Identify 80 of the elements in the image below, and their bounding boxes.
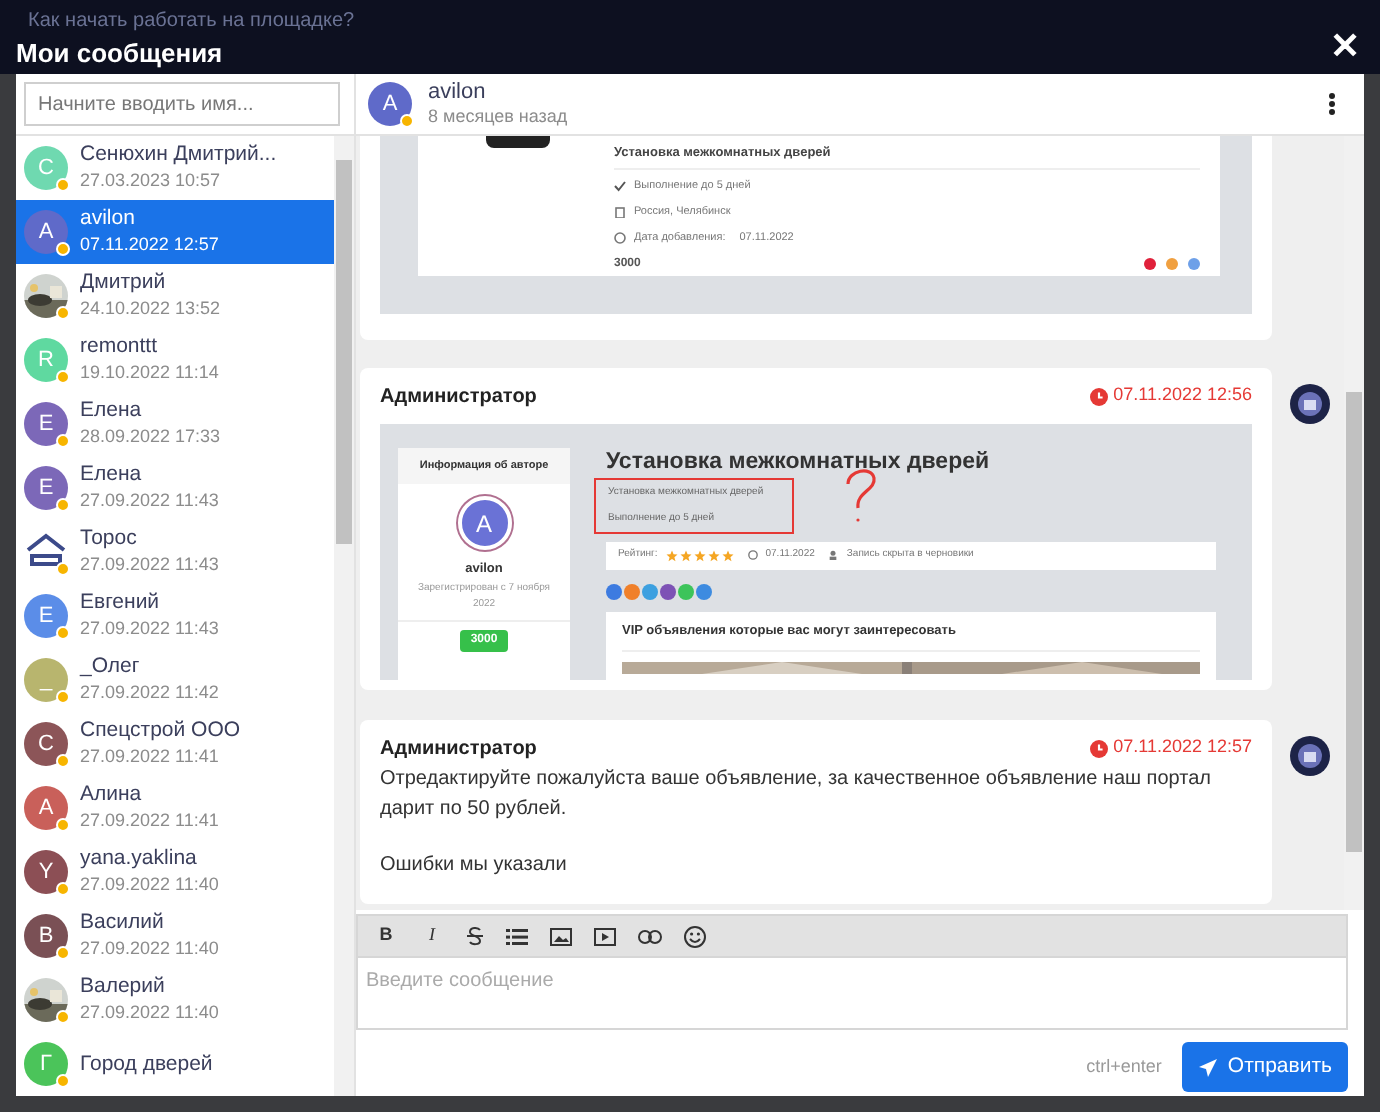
- admin-avatar: [1290, 736, 1330, 776]
- contact-name: _Олег: [80, 654, 142, 680]
- user-avatar: A: [24, 210, 68, 254]
- clock-icon: [1089, 387, 1108, 405]
- user-avatar: А: [24, 786, 68, 830]
- close-button[interactable]: ✕: [1330, 28, 1360, 64]
- link-icon[interactable]: [638, 929, 662, 943]
- clock-icon: [747, 550, 758, 561]
- more-menu-icon[interactable]: [1328, 92, 1336, 116]
- message-text: Отредактируйте пожалуйста ваше объявление, за качественное объявление наш портал дарит по 50 рублей.: [380, 766, 1213, 824]
- admin-avatar: [1290, 384, 1330, 424]
- contact-time: 28.09.2022 17:33: [80, 424, 221, 450]
- contact-name: Елена: [80, 462, 144, 488]
- contact-name: Город дверей: [80, 1051, 213, 1077]
- ad-title: Установка межкомнатных дверей: [606, 448, 992, 476]
- contact-name: Алина: [80, 782, 144, 808]
- contact-name: Спецстрой ООО: [80, 718, 241, 744]
- user-avatar: _: [24, 658, 68, 702]
- building-icon: [614, 206, 626, 219]
- contact-time: 24.10.2022 13:52: [80, 296, 221, 322]
- check-icon: [614, 180, 626, 193]
- chat-user-name: avilon: [428, 80, 488, 104]
- page-title: Как начать работать на площадке?: [28, 8, 355, 36]
- author-avatar: A: [457, 496, 511, 551]
- user-avatar: Y: [24, 850, 68, 894]
- strikethrough-icon[interactable]: [466, 926, 484, 946]
- user-avatar: A: [368, 82, 412, 126]
- send-button[interactable]: Отправить: [1181, 1042, 1348, 1092]
- user-avatar: Е: [24, 594, 68, 638]
- user-avatar: В: [24, 914, 68, 958]
- image-icon[interactable]: [550, 927, 572, 945]
- contact-time: 27.03.2023 10:57: [80, 168, 223, 194]
- user-avatar: Г: [24, 1042, 68, 1086]
- video-icon[interactable]: [594, 927, 616, 945]
- contact-time: 19.10.2022 11:14: [80, 360, 219, 386]
- contact-name: Дмитрий: [80, 270, 168, 296]
- message-time: 07.11.2022 12:56: [1113, 382, 1252, 409]
- user-avatar: Е: [24, 402, 68, 446]
- contact-time: 27.09.2022 11:43: [80, 616, 219, 642]
- user-avatar: Е: [24, 466, 68, 510]
- message-author: Администратор: [380, 735, 537, 763]
- contact-name: remonttt: [80, 334, 160, 360]
- contact-name: Сенюхин Дмитрий...: [80, 142, 277, 168]
- contact-name: yana.yaklina: [80, 846, 199, 872]
- contact-name: Василий: [80, 910, 166, 936]
- scrollbar[interactable]: [334, 136, 354, 1096]
- contact-name: Валерий: [80, 974, 167, 1000]
- message-time: 07.11.2022 12:57: [1113, 734, 1252, 761]
- send-icon: [1197, 1057, 1218, 1077]
- contact-time: 27.09.2022 11:40: [80, 1000, 219, 1026]
- contact-time: 27.09.2022 11:40: [80, 936, 219, 962]
- last-seen-text: 8 месяцев назад: [428, 104, 570, 128]
- contact-time: 07.11.2022 12:57: [80, 232, 219, 258]
- contact-time: 27.09.2022 11:41: [80, 744, 221, 770]
- bold-button[interactable]: B: [374, 922, 398, 950]
- list-icon[interactable]: [506, 927, 528, 945]
- contact-name: Евгений: [80, 590, 162, 616]
- contact-item[interactable]: A avilon 07.11.2022 12:57: [16, 200, 334, 264]
- contact-name: Торос: [80, 526, 139, 552]
- contact-time: 27.09.2022 11:40: [80, 872, 219, 898]
- italic-button[interactable]: I: [420, 922, 444, 950]
- user-avatar: С: [24, 146, 68, 190]
- user-icon: [828, 550, 839, 561]
- message-author: Администратор: [380, 383, 537, 411]
- search-field[interactable]: Начните вводить имя...: [24, 82, 340, 126]
- message-input[interactable]: Введите сообщение: [356, 958, 1348, 1030]
- emoji-icon[interactable]: [684, 925, 706, 947]
- modal-title: Мои сообщения: [16, 36, 223, 72]
- contact-name: Елена: [80, 398, 144, 424]
- contact-time: 27.09.2022 11:43: [80, 552, 219, 578]
- user-avatar: С: [24, 722, 68, 766]
- user-avatar: R: [24, 338, 68, 382]
- contact-time: 27.09.2022 11:42: [80, 680, 219, 706]
- clock-icon: [614, 232, 626, 245]
- contact-time: 27.09.2022 11:41: [80, 808, 219, 834]
- shortcut-hint: ctrl+enter: [1086, 1053, 1162, 1080]
- contact-name: avilon: [80, 206, 137, 232]
- message-text: Ошибки мы указали: [380, 852, 569, 880]
- clock-icon: [1089, 739, 1108, 757]
- contact-time: 27.09.2022 11:43: [80, 488, 219, 514]
